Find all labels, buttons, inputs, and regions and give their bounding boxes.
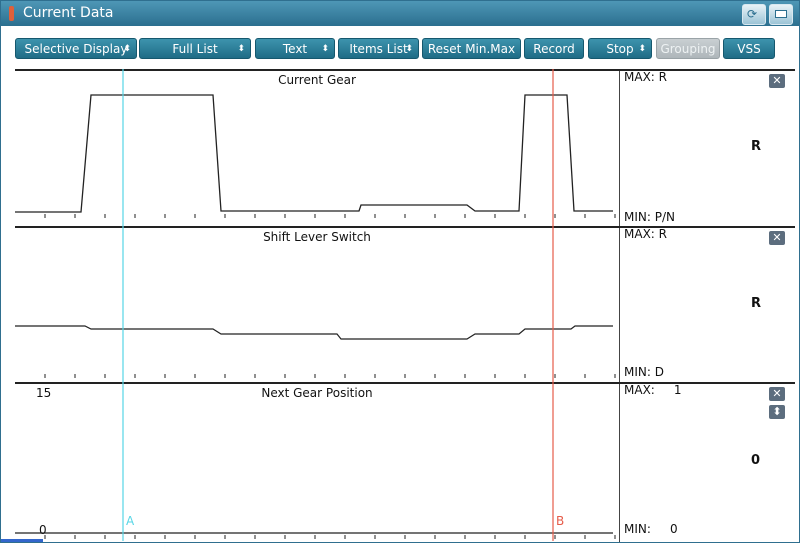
stop-dropdown[interactable]: Stop ⬍ bbox=[588, 38, 652, 59]
min-value: MIN: 0 bbox=[624, 522, 678, 536]
close-icon[interactable]: ✕ bbox=[769, 74, 785, 88]
title-marker-icon bbox=[9, 6, 14, 21]
cursor-overlay bbox=[122, 69, 554, 541]
expand-icon[interactable]: ⬍ bbox=[769, 405, 785, 419]
cursor-a-label: A bbox=[126, 514, 135, 528]
window-title: Current Data bbox=[23, 5, 114, 21]
min-value: MIN: D bbox=[624, 365, 664, 379]
chevron-up-down-icon: ⬍ bbox=[638, 44, 646, 54]
status-indicator bbox=[1, 539, 43, 542]
min-value: MIN: P/N bbox=[624, 210, 675, 224]
max-value: MAX: R bbox=[624, 70, 667, 84]
current-value: R bbox=[751, 296, 762, 311]
close-icon[interactable]: ✕ bbox=[769, 387, 785, 401]
chevron-up-down-icon: ⬍ bbox=[321, 44, 329, 54]
current-value: 0 bbox=[751, 453, 761, 468]
full-list-dropdown[interactable]: Full List ⬍ bbox=[139, 38, 251, 59]
chevron-up-down-icon: ⬍ bbox=[123, 44, 131, 54]
selective-display-label: Selective Display bbox=[24, 42, 128, 56]
max-value: MAX: 1 bbox=[624, 383, 682, 397]
text-dropdown[interactable]: Text ⬍ bbox=[255, 38, 335, 59]
graph-area: Current Gear MAX: R MIN: P/N R ✕ Shift L… bbox=[15, 69, 795, 542]
minimize-icon[interactable] bbox=[769, 4, 793, 25]
close-icon[interactable]: ✕ bbox=[769, 231, 785, 245]
text-label: Text bbox=[282, 42, 308, 56]
vss-button[interactable]: VSS bbox=[723, 38, 775, 59]
toolbar: Selective Display ⬍ Full List ⬍ Text ⬍ I… bbox=[1, 26, 799, 70]
items-list-dropdown[interactable]: Items List ⬍ bbox=[338, 38, 419, 59]
record-button[interactable]: Record bbox=[524, 38, 584, 59]
cursor-b-label: B bbox=[556, 514, 565, 528]
stop-label: Stop bbox=[606, 42, 634, 56]
refresh-icon[interactable]: ⟳ bbox=[742, 4, 766, 25]
title-bar: Current Data ⟳ bbox=[1, 1, 799, 26]
chevron-up-down-icon: ⬍ bbox=[405, 44, 413, 54]
current-data-window: Current Data ⟳ Selective Display ⬍ Full … bbox=[0, 0, 800, 543]
current-value: R bbox=[751, 139, 762, 154]
grouping-button[interactable]: Grouping bbox=[656, 38, 720, 59]
reset-min-max-button[interactable]: Reset Min.Max bbox=[422, 38, 521, 59]
selective-display-dropdown[interactable]: Selective Display ⬍ bbox=[15, 38, 137, 59]
chevron-up-down-icon: ⬍ bbox=[237, 44, 245, 54]
items-list-label: Items List bbox=[349, 42, 408, 56]
full-list-label: Full List bbox=[172, 42, 218, 56]
max-value: MAX: R bbox=[624, 227, 667, 241]
